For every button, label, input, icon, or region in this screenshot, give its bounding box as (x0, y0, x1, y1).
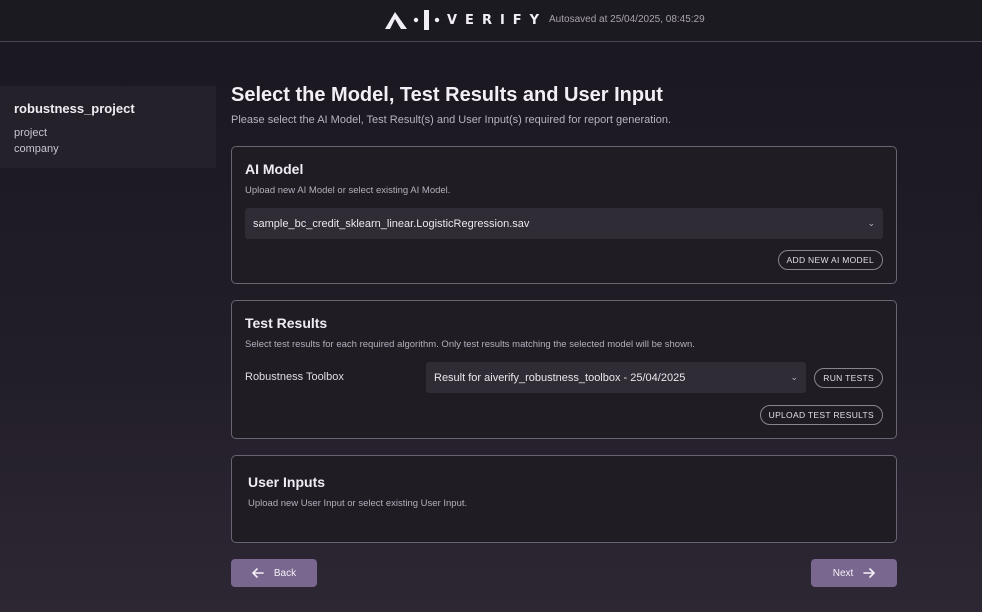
next-button-label: Next (832, 567, 854, 579)
next-button[interactable]: Next (811, 559, 897, 587)
ai-model-title: AI Model (245, 161, 304, 177)
logo-a-mark-icon (385, 12, 407, 29)
logo-text: VERIFY (447, 12, 548, 28)
back-button-label: Back (273, 567, 297, 579)
chevron-down-icon: ⌄ (867, 218, 875, 228)
test-results-card: Test Results Select test results for eac… (231, 300, 897, 439)
run-tests-button[interactable]: RUN TESTS (814, 368, 883, 388)
arrow-left-icon (252, 568, 264, 578)
logo-dot-icon (434, 17, 440, 23)
project-name: robustness_project (14, 101, 135, 116)
logo-bar-icon (424, 10, 429, 30)
test-result-selected-value: Result for aiverify_robustness_toolbox -… (434, 371, 686, 384)
ai-model-select[interactable]: sample_bc_credit_sklearn_linear.Logistic… (245, 208, 883, 239)
test-results-title: Test Results (245, 315, 328, 331)
page-subtitle: Please select the AI Model, Test Result(… (231, 114, 672, 126)
ai-model-description: Upload new AI Model or select existing A… (245, 185, 451, 196)
arrow-right-icon (863, 568, 876, 578)
page-header: Select the Model, Test Results and User … (231, 84, 897, 126)
chevron-down-icon: ⌄ (790, 372, 798, 382)
user-inputs-description: Upload new User Input or select existing… (248, 498, 468, 509)
user-inputs-title: User Inputs (248, 474, 326, 490)
aiverify-logo[interactable]: VERIFY (384, 9, 547, 31)
ai-model-selected-value: sample_bc_credit_sklearn_linear.Logistic… (253, 217, 530, 230)
page-title: Select the Model, Test Results and User … (231, 84, 663, 106)
test-result-select[interactable]: Result for aiverify_robustness_toolbox -… (426, 362, 806, 393)
upload-test-results-button[interactable]: UPLOAD TEST RESULTS (759, 405, 883, 425)
test-results-description: Select test results for each required al… (245, 339, 695, 350)
back-button[interactable]: Back (231, 559, 317, 587)
project-meta-company: company (14, 143, 59, 155)
ai-model-card: AI Model Upload new AI Model or select e… (231, 146, 897, 284)
top-bar: VERIFY Autosaved at 25/04/2025, 08:45:29 (0, 0, 982, 42)
autosave-status: Autosaved at 25/04/2025, 08:45:29 (549, 14, 705, 25)
add-new-ai-model-button[interactable]: ADD NEW AI MODEL (777, 250, 883, 270)
user-inputs-card: User Inputs Upload new User Input or sel… (231, 455, 897, 543)
project-sidebar: robustness_project project company (0, 86, 216, 168)
project-meta-project: project (14, 127, 48, 139)
logo-dot-icon (413, 17, 419, 23)
algorithm-label: Robustness Toolbox (245, 371, 344, 383)
